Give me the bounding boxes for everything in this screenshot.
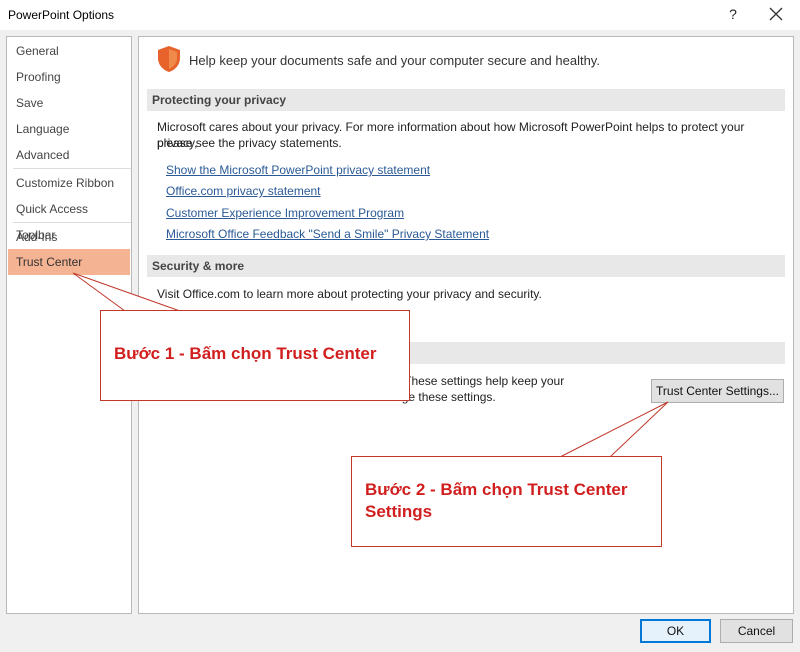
privacy-section-header: Protecting your privacy: [147, 89, 785, 111]
nav-separator: [13, 168, 131, 169]
window-title: PowerPoint Options: [8, 8, 115, 22]
nav-item-advanced[interactable]: Advanced: [8, 142, 130, 168]
title-bar: PowerPoint Options ?: [0, 0, 800, 30]
nav-item-trust-center[interactable]: Trust Center: [8, 249, 130, 275]
nav-item-save[interactable]: Save: [8, 90, 130, 116]
link-office-privacy-statement[interactable]: Office.com privacy statement: [166, 184, 321, 198]
intro-text: Help keep your documents safe and your c…: [189, 53, 600, 68]
nav-item-quick-access-toolbar[interactable]: Quick Access Toolbar: [8, 196, 130, 242]
link-send-a-smile-privacy[interactable]: Microsoft Office Feedback "Send a Smile"…: [166, 227, 489, 241]
close-icon: [769, 7, 783, 21]
link-powerpoint-privacy-statement[interactable]: Show the Microsoft PowerPoint privacy st…: [166, 163, 430, 177]
nav-item-add-ins[interactable]: Add-Ins: [8, 224, 130, 250]
annotation-step-1: Bước 1 - Bấm chọn Trust Center: [100, 310, 410, 401]
trust-center-settings-button[interactable]: Trust Center Settings...: [651, 379, 784, 403]
ok-button[interactable]: OK: [640, 619, 711, 643]
shield-icon: [158, 46, 180, 72]
privacy-text-line2: please see the privacy statements.: [157, 136, 342, 150]
nav-item-customize-ribbon[interactable]: Customize Ribbon: [8, 170, 130, 196]
security-section-header: Security & more: [147, 255, 785, 277]
link-customer-experience-program[interactable]: Customer Experience Improvement Program: [166, 206, 404, 220]
nav-separator: [13, 222, 131, 223]
nav-item-language[interactable]: Language: [8, 116, 130, 142]
annotation-step-2: Bước 2 - Bấm chọn Trust Center Settings: [351, 456, 662, 547]
close-button[interactable]: [762, 2, 790, 26]
cancel-button[interactable]: Cancel: [720, 619, 793, 643]
nav-item-proofing[interactable]: Proofing: [8, 64, 130, 90]
nav-item-general[interactable]: General: [8, 38, 130, 64]
help-button[interactable]: ?: [724, 4, 742, 24]
security-text: Visit Office.com to learn more about pro…: [157, 287, 542, 301]
